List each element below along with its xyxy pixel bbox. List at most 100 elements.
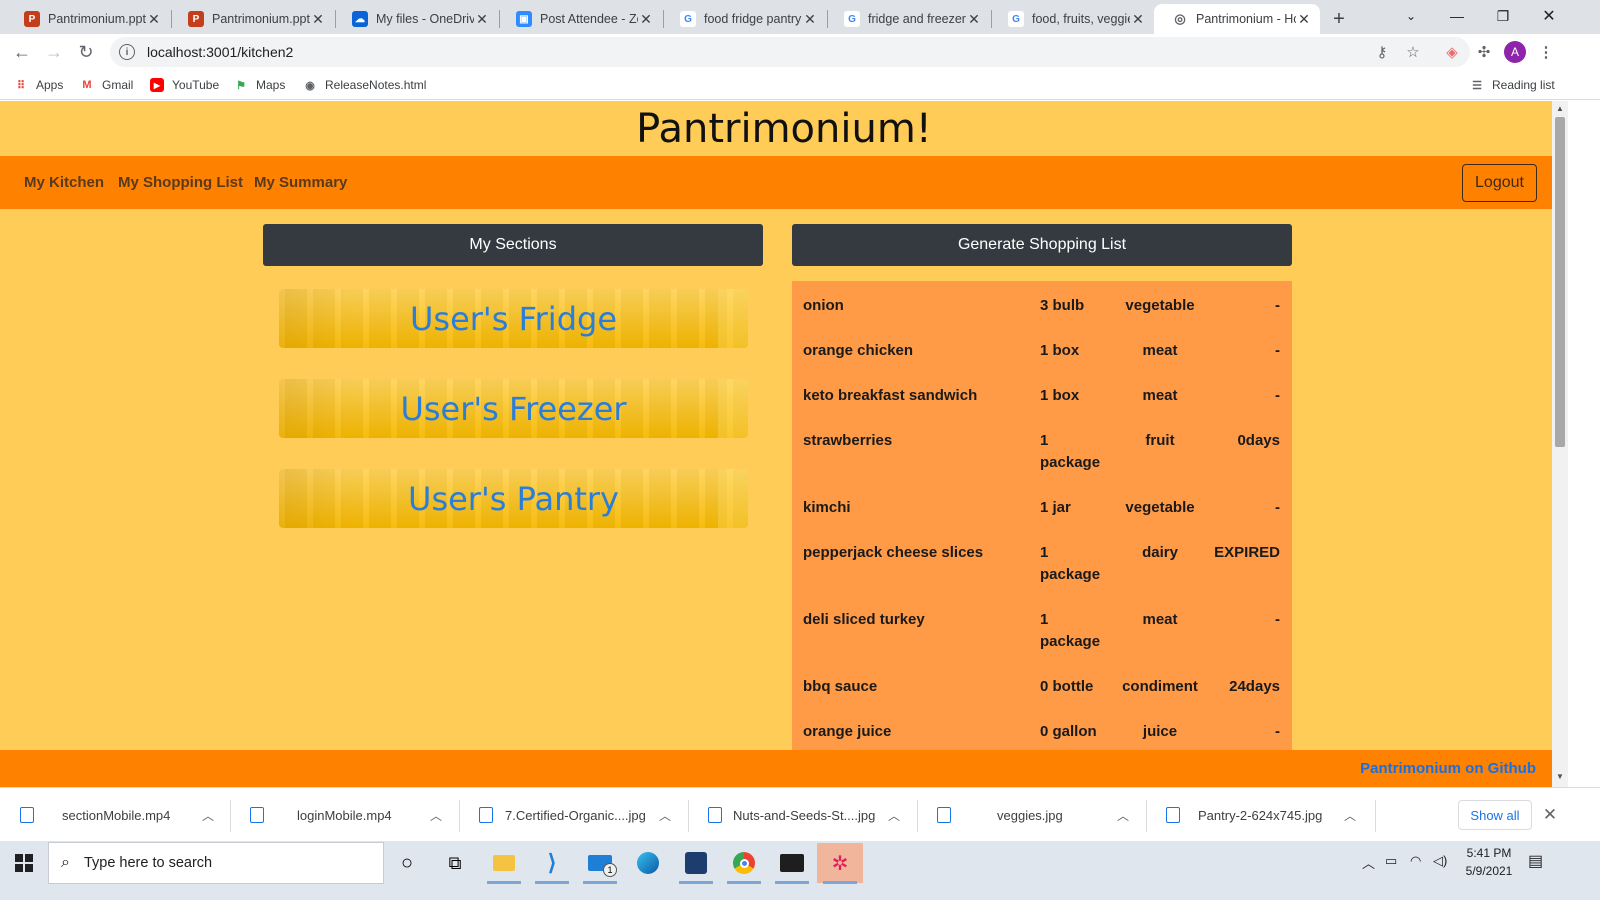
item-name: bbq sauce [803,678,878,695]
download-item[interactable]: sectionMobile.mp4 ︿ [0,796,230,834]
wifi-icon[interactable]: ◠ [1410,853,1421,869]
download-filename: 7.Certified-Organic....jpg [505,807,646,823]
scroll-thumb[interactable] [1555,117,1565,447]
scroll-down-icon[interactable]: ▼ [1555,772,1565,784]
extension-icon[interactable]: ◈ [1440,40,1464,64]
notifications-icon[interactable]: ▤ [1528,851,1543,871]
search-icon: ⌕ [61,854,70,871]
show-all-button[interactable]: Show all [1458,800,1532,830]
close-tab-icon[interactable]: ✕ [966,11,982,28]
section-link-fridge[interactable]: User's Fridge [279,289,748,348]
key-icon[interactable]: ⚷ [1370,40,1394,64]
chevron-up-icon[interactable]: ︿ [1362,853,1375,872]
download-item[interactable]: loginMobile.mp4 ︿ [230,796,459,834]
site-info-icon[interactable]: i [119,44,135,60]
download-item[interactable]: veggies.jpg ︿ [917,796,1146,834]
close-tab-icon[interactable]: ✕ [638,11,654,28]
extensions-puzzle-icon[interactable]: ✣ [1472,40,1496,64]
scroll-up-icon[interactable]: ▲ [1555,104,1565,116]
close-tab-icon[interactable]: ✕ [802,11,818,28]
chrome-icon[interactable] [721,843,767,884]
section-link-freezer[interactable]: User's Freezer [279,379,748,438]
item-quantity: 1 package [1040,611,1101,650]
chevron-up-icon[interactable]: ︿ [888,807,900,824]
chevron-up-icon[interactable]: ︿ [202,807,214,824]
download-filename: Pantry-2-624x745.jpg [1198,807,1323,823]
reading-list-button[interactable]: ☰ Reading list [1470,76,1555,94]
item-expiry: 24days [1229,678,1280,695]
menu-kebab-icon[interactable]: ⋮ [1534,40,1558,64]
github-link[interactable]: Pantrimonium on Github [1360,760,1536,777]
cortana-icon[interactable]: ○ [384,843,430,883]
item-expiry: EXPIRED [1214,544,1280,561]
volume-icon[interactable]: ◁) [1433,853,1447,869]
back-icon[interactable]: ← [8,38,36,66]
task-view-icon[interactable]: ⧉ [432,843,478,883]
nav-my-kitchen[interactable]: My Kitchen [24,174,104,191]
download-filename: sectionMobile.mp4 [62,807,171,823]
bookmark-maps[interactable]: ⚑ Maps [234,76,285,94]
bookmark-gmail[interactable]: M Gmail [80,76,133,94]
close-tab-icon[interactable]: ✕ [474,11,490,28]
generate-shopping-list-button[interactable]: Generate Shopping List [792,224,1292,266]
browser-tab[interactable]: P Pantrimonium.pptx ✕ [6,4,170,34]
browser-tab-active[interactable]: ◎ Pantrimonium - Ho ✕ [1154,4,1320,34]
bookmark-release-notes[interactable]: ◉ ReleaseNotes.html [303,76,426,94]
system-clock[interactable]: 5:41 PM 5/9/2021 [1454,844,1524,880]
chevron-up-icon[interactable]: ︿ [1344,807,1356,824]
browser-tab[interactable]: P Pantrimonium.pptx ✕ [170,4,334,34]
file-explorer-icon[interactable] [481,843,527,884]
bookmark-youtube[interactable]: ▶ YouTube [150,76,219,94]
download-item[interactable]: Pantry-2-624x745.jpg ︿ [1146,796,1375,834]
window-close-icon[interactable]: ✕ [1526,0,1572,32]
battery-icon[interactable]: ▭ [1385,853,1397,869]
forward-icon[interactable]: → [40,38,68,66]
address-bar[interactable]: i localhost:3001/kitchen2 [110,37,1470,67]
tab-search-icon[interactable]: ⌄ [1388,0,1434,32]
close-icon[interactable]: ✕ [1540,805,1560,825]
minimize-icon[interactable]: — [1434,0,1480,32]
browser-tab[interactable]: G food, fruits, veggies ✕ [990,4,1154,34]
close-tab-icon[interactable]: ✕ [310,11,326,28]
page-scrollbar[interactable]: ▲ ▼ [1552,101,1568,787]
logout-button[interactable]: Logout [1462,164,1537,202]
bookmark-star-icon[interactable]: ☆ [1401,40,1425,64]
browser-tab[interactable]: ▣ Post Attendee - Zoom ✕ [498,4,662,34]
close-tab-icon[interactable]: ✕ [146,11,162,28]
my-sections-button[interactable]: My Sections [263,224,763,266]
globe-icon: ◎ [1172,11,1188,27]
new-tab-button[interactable]: + [1322,4,1356,34]
slack-icon[interactable]: ✲ [817,843,863,884]
reload-icon[interactable]: ↻ [72,38,100,66]
start-button[interactable] [0,841,48,885]
browser-tab[interactable]: G food fridge pantry ✕ [662,4,826,34]
item-name: onion [803,297,844,314]
database-app-icon[interactable] [673,843,719,884]
restore-icon[interactable]: ❐ [1480,0,1526,32]
profile-avatar[interactable]: A [1503,40,1527,64]
browser-tab[interactable]: ☁ My files - OneDrive ✕ [334,4,498,34]
close-tab-icon[interactable]: ✕ [1130,11,1146,28]
url-text[interactable]: localhost:3001/kitchen2 [147,44,293,60]
nav-my-summary[interactable]: My Summary [254,174,347,191]
page-viewport: Pantrimonium! My Kitchen My Shopping Lis… [0,101,1568,806]
mail-icon[interactable]: 1 [577,843,623,884]
download-item[interactable]: Nuts-and-Seeds-St....jpg ︿ [688,796,917,834]
chevron-up-icon[interactable]: ︿ [430,807,442,824]
browser-tab[interactable]: G fridge and freezer s ✕ [826,4,990,34]
edge-icon[interactable] [625,843,671,883]
chevron-up-icon[interactable]: ︿ [659,807,671,824]
powerpoint-icon: P [24,11,40,27]
nav-my-shopping-list[interactable]: My Shopping List [118,174,243,191]
section-link-pantry[interactable]: User's Pantry [279,469,748,528]
chevron-up-icon[interactable]: ︿ [1117,807,1129,824]
bookmark-apps[interactable]: ⠿ Apps [14,76,63,94]
zoom-icon: ▣ [516,11,532,27]
vscode-icon[interactable]: ⟩ [529,843,575,884]
google-icon: G [680,11,696,27]
close-tab-icon[interactable]: ✕ [1296,11,1312,28]
terminal-icon[interactable] [769,843,815,884]
download-item[interactable]: 7.Certified-Organic....jpg ︿ [459,796,688,834]
item-name: orange chicken [803,342,914,359]
taskbar-search-input[interactable]: ⌕ Type here to search [48,842,384,884]
